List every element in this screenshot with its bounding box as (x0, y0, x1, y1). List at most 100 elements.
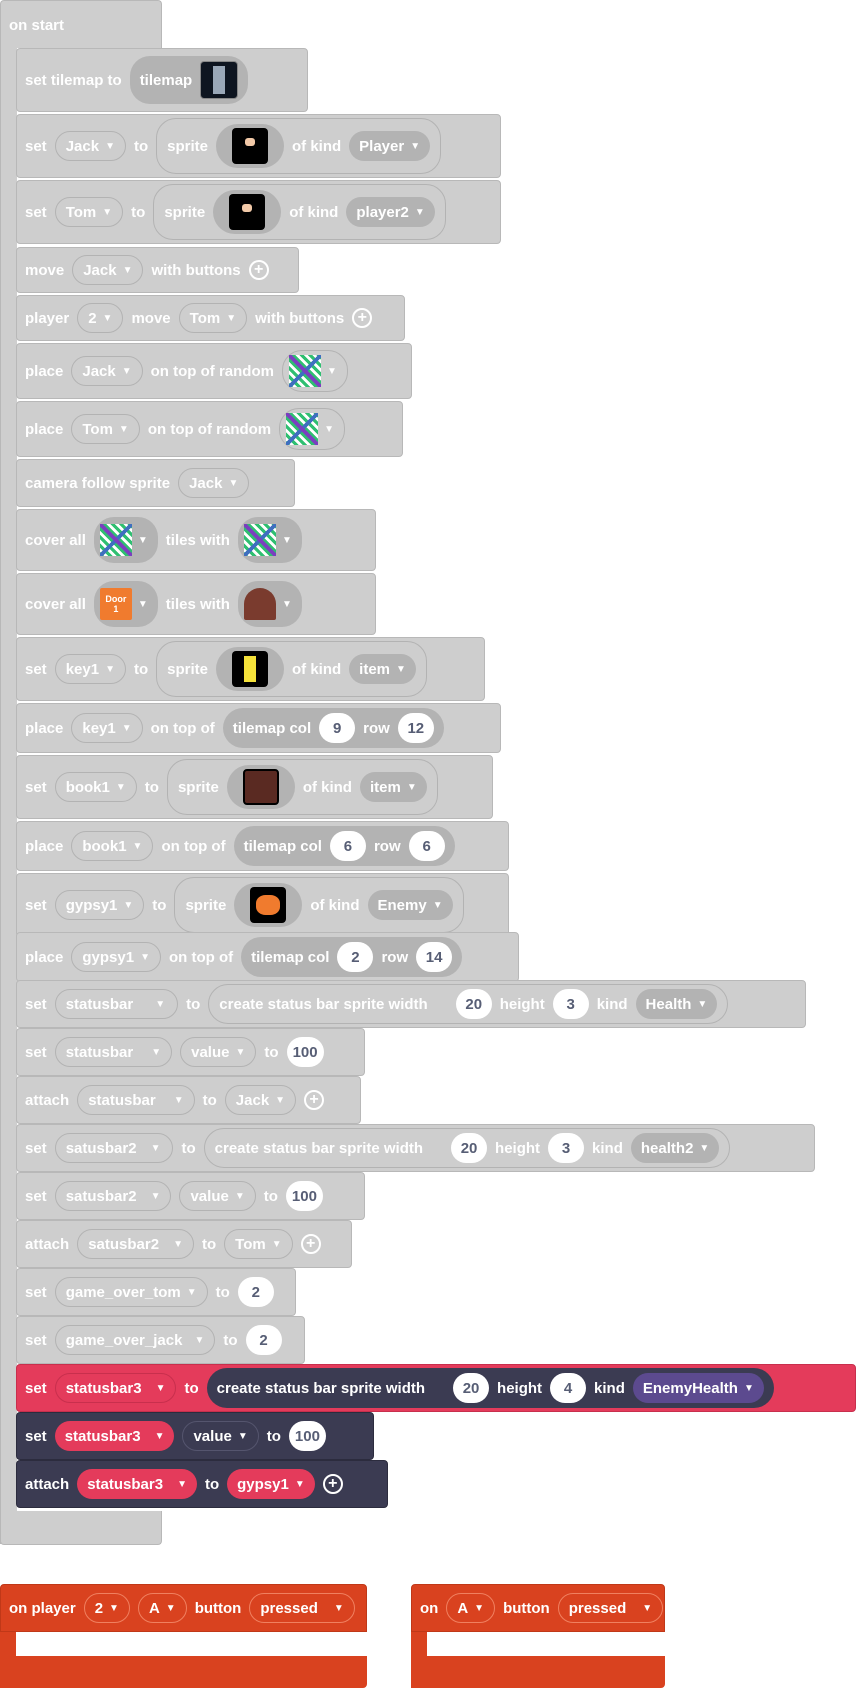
set-key1-sprite-block[interactable]: set key1 ▼ to sprite of kind item ▼ (16, 637, 485, 701)
on-player-event-slot[interactable] (16, 1632, 367, 1656)
variable-dropdown-game-over-jack[interactable]: game_over_jack ▼ (54, 1325, 216, 1355)
variable-dropdown-satusbar2[interactable]: satusbar2 ▼ (54, 1181, 172, 1211)
property-dropdown[interactable]: value ▼ (180, 1037, 257, 1067)
variable-dropdown-book1[interactable]: book1 ▼ (54, 772, 137, 802)
state-dropdown[interactable]: pressed ▼ (557, 1593, 664, 1623)
set-tom-sprite-block[interactable]: set Tom ▼ to sprite of kind player2 ▼ (16, 180, 501, 244)
height-input[interactable]: 4 (550, 1373, 587, 1403)
status-kind-dropdown[interactable]: EnemyHealth ▼ (632, 1373, 764, 1403)
value-input[interactable]: 100 (286, 1037, 324, 1067)
value-input[interactable]: 100 (285, 1181, 323, 1211)
sprite-image-slot[interactable] (216, 647, 284, 691)
value-input[interactable]: 2 (237, 1277, 274, 1307)
place-jack-random-block[interactable]: place Jack ▼ on top of random ▼ (16, 343, 412, 399)
set-statusbar3-create-block[interactable]: set statusbar3 ▼ to create status bar spr… (16, 1364, 856, 1412)
sprite-reporter[interactable]: sprite of kind item ▼ (156, 641, 427, 697)
row-input[interactable]: 14 (416, 942, 453, 972)
variable-dropdown-statusbar[interactable]: statusbar ▼ (54, 989, 179, 1019)
button-dropdown[interactable]: A ▼ (137, 1593, 187, 1623)
on-button-event-slot[interactable] (427, 1632, 665, 1656)
variable-dropdown-tom[interactable]: Tom ▼ (71, 414, 140, 444)
set-gypsy1-sprite-block[interactable]: set gypsy1 ▼ to sprite of kind Enemy ▼ (16, 873, 509, 937)
variable-dropdown-jack[interactable]: Jack ▼ (72, 255, 144, 285)
status-kind-dropdown[interactable]: health2 ▼ (630, 1133, 720, 1163)
kind-dropdown[interactable]: player2 ▼ (346, 197, 435, 227)
on-player-button-event[interactable]: on player 2 ▼ A ▼ button pressed ▼ (0, 1584, 367, 1632)
create-status-bar-reporter[interactable]: create status bar sprite width 20 height… (208, 984, 729, 1024)
set-game-over-tom-block[interactable]: set game_over_tom ▼ to 2 (16, 1268, 296, 1316)
variable-dropdown-satusbar2[interactable]: satusbar2 ▼ (77, 1229, 194, 1259)
set-jack-sprite-block[interactable]: set Jack ▼ to sprite of kind Player ▼ (16, 114, 501, 178)
on-button-event[interactable]: on A ▼ button pressed ▼ (411, 1584, 665, 1632)
variable-dropdown-book1[interactable]: book1 ▼ (71, 831, 154, 861)
variable-dropdown-statusbar3[interactable]: statusbar3 ▼ (77, 1469, 197, 1499)
player-number-dropdown[interactable]: 2 ▼ (77, 303, 124, 333)
place-book1-block[interactable]: place book1 ▼ on top of tilemap col 6 row… (16, 821, 509, 871)
variable-dropdown-gypsy1[interactable]: gypsy1 ▼ (71, 942, 161, 972)
tilemap-col-reporter[interactable]: tilemap col 2 row 14 (241, 937, 463, 977)
col-input[interactable]: 6 (329, 831, 366, 861)
variable-dropdown-gypsy1[interactable]: gypsy1 ▼ (54, 890, 145, 920)
sprite-image-slot[interactable] (213, 190, 282, 234)
property-dropdown[interactable]: value ▼ (179, 1181, 256, 1211)
target-dropdown[interactable]: Tom ▼ (224, 1229, 293, 1259)
height-input[interactable]: 3 (548, 1133, 585, 1163)
width-input[interactable]: 20 (453, 1373, 490, 1403)
add-icon[interactable]: + (300, 1234, 321, 1254)
width-input[interactable]: 20 (455, 989, 492, 1019)
kind-dropdown[interactable]: item ▼ (359, 772, 427, 802)
tile-dropdown-from[interactable]: Door 1 ▼ (93, 581, 158, 627)
sprite-reporter[interactable]: sprite of kind Player ▼ (156, 118, 442, 174)
create-status-bar-reporter[interactable]: create status bar sprite width 20 height… (203, 1128, 731, 1168)
button-dropdown[interactable]: A ▼ (446, 1593, 496, 1623)
on-start-hat[interactable]: on start (0, 0, 162, 48)
set-satusbar2-value-block[interactable]: set satusbar2 ▼ value ▼ to 100 (16, 1172, 365, 1220)
variable-dropdown-tom[interactable]: Tom ▼ (54, 197, 124, 227)
set-satusbar2-create-block[interactable]: set satusbar2 ▼ to create status bar spri… (16, 1124, 815, 1172)
variable-dropdown-jack[interactable]: Jack ▼ (178, 468, 250, 498)
player-number-dropdown[interactable]: 2 ▼ (83, 1593, 130, 1623)
place-key1-block[interactable]: place key1 ▼ on top of tilemap col 9 row … (16, 703, 501, 753)
target-dropdown[interactable]: Jack ▼ (224, 1085, 297, 1115)
sprite-reporter[interactable]: sprite of kind player2 ▼ (153, 184, 446, 240)
set-book1-sprite-block[interactable]: set book1 ▼ to sprite of kind item ▼ (16, 755, 493, 819)
attach-statusbar-block[interactable]: attach statusbar ▼ to Jack ▼ + (16, 1076, 361, 1124)
attach-satusbar2-block[interactable]: attach satusbar2 ▼ to Tom ▼ + (16, 1220, 352, 1268)
tile-dropdown[interactable]: ▼ (279, 408, 346, 450)
tile-dropdown-from[interactable]: ▼ (93, 517, 158, 563)
cover-all-grass-block[interactable]: cover all ▼ tiles with ▼ (16, 509, 376, 571)
tile-dropdown-to[interactable]: ▼ (237, 581, 302, 627)
tilemap-col-reporter[interactable]: tilemap col 9 row 12 (222, 708, 444, 748)
variable-dropdown-game-over-tom[interactable]: game_over_tom ▼ (54, 1277, 208, 1307)
add-icon[interactable]: + (248, 260, 269, 280)
row-input[interactable]: 6 (408, 831, 445, 861)
variable-dropdown-jack[interactable]: Jack ▼ (71, 356, 143, 386)
player-move-tom-block[interactable]: player 2 ▼ move Tom ▼ with buttons + (16, 295, 405, 341)
move-jack-block[interactable]: move Jack ▼ with buttons + (16, 247, 299, 293)
tile-dropdown-to[interactable]: ▼ (237, 517, 302, 563)
property-dropdown[interactable]: value ▼ (182, 1421, 259, 1451)
value-input[interactable]: 2 (245, 1325, 282, 1355)
variable-dropdown-key1[interactable]: key1 ▼ (71, 713, 143, 743)
variable-dropdown-statusbar[interactable]: statusbar ▼ (54, 1037, 173, 1067)
sprite-image-slot[interactable] (216, 124, 284, 168)
set-game-over-jack-block[interactable]: set game_over_jack ▼ to 2 (16, 1316, 305, 1364)
state-dropdown[interactable]: pressed ▼ (249, 1593, 355, 1623)
sprite-reporter[interactable]: sprite of kind Enemy ▼ (174, 877, 464, 933)
status-kind-dropdown[interactable]: Health ▼ (635, 989, 718, 1019)
row-input[interactable]: 12 (397, 713, 434, 743)
create-status-bar-reporter[interactable]: create status bar sprite width 20 height… (206, 1368, 774, 1408)
sprite-reporter[interactable]: sprite of kind item ▼ (166, 759, 438, 815)
place-tom-random-block[interactable]: place Tom ▼ on top of random ▼ (16, 401, 403, 457)
height-input[interactable]: 3 (552, 989, 589, 1019)
add-icon[interactable]: + (322, 1474, 343, 1494)
variable-dropdown-jack[interactable]: Jack ▼ (54, 131, 126, 161)
target-dropdown[interactable]: gypsy1 ▼ (227, 1469, 315, 1499)
width-input[interactable]: 20 (451, 1133, 488, 1163)
kind-dropdown[interactable]: Enemy ▼ (367, 890, 453, 920)
variable-dropdown-statusbar3[interactable]: statusbar3 ▼ (54, 1421, 175, 1451)
add-icon[interactable]: + (352, 308, 373, 328)
variable-dropdown-key1[interactable]: key1 ▼ (54, 654, 126, 684)
sprite-image-slot[interactable] (234, 883, 303, 927)
variable-dropdown-satusbar2[interactable]: satusbar2 ▼ (54, 1133, 174, 1163)
